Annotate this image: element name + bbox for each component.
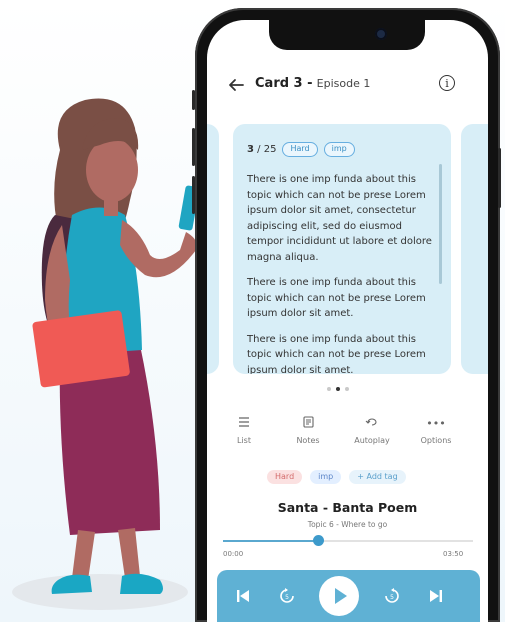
card-peek-next[interactable] [461, 124, 488, 374]
play-button[interactable] [319, 576, 359, 616]
info-icon[interactable]: i [439, 75, 455, 91]
page-title: Card 3 - Episode 1 [255, 76, 370, 91]
forward-5-icon[interactable]: 5 [380, 570, 404, 622]
card-tag-imp: imp [323, 142, 355, 157]
list-label: List [237, 436, 251, 445]
track-title: Santa - Banta Poem [277, 500, 418, 515]
tag-hard[interactable]: Hard [267, 470, 303, 484]
options-button[interactable]: ••• Options [411, 416, 461, 445]
flash-card[interactable]: 3 / 25 Hard imp There is one imp funda a… [233, 124, 451, 374]
card-paragraph: There is one imp funda about this topic … [247, 174, 432, 263]
tags-row: Hard imp + Add tag [267, 470, 406, 484]
notes-label: Notes [296, 436, 320, 445]
pager-dot[interactable] [327, 387, 331, 391]
card-header: 3 / 25 Hard imp [247, 142, 355, 157]
card-counter: 3 / 25 [247, 144, 276, 155]
phone-screen: Card 3 - Episode 1 i 3 / 25 Hard imp The… [207, 20, 488, 622]
tag-imp[interactable]: imp [310, 470, 342, 484]
pager-dot[interactable] [345, 387, 349, 391]
player-controls: 5 5 [217, 570, 480, 622]
skip-next-icon[interactable] [424, 570, 448, 622]
camera-icon [375, 28, 387, 40]
notes-button[interactable]: Notes [283, 416, 333, 445]
phone-frame: Card 3 - Episode 1 i 3 / 25 Hard imp The… [192, 8, 501, 622]
more-horizontal-icon: ••• [426, 417, 446, 430]
card-content: There is one imp funda about this topic … [247, 172, 433, 374]
card-tag-hard: Hard [282, 142, 318, 157]
card-paragraph: There is one imp funda about this topic … [247, 277, 426, 319]
notch [269, 20, 425, 50]
card-toolbar: List Notes Autoplay ••• Options [207, 416, 488, 456]
skip-previous-icon[interactable] [231, 570, 255, 622]
arrow-left-icon[interactable] [225, 74, 247, 96]
card-peek-previous[interactable] [207, 124, 219, 374]
replay-5-icon[interactable]: 5 [275, 570, 299, 622]
progress-fill [223, 540, 318, 542]
shoe-right [120, 573, 163, 594]
head [86, 138, 138, 202]
list-icon [219, 416, 269, 432]
episode-label: Episode 1 [316, 77, 371, 90]
card-title: Card 3 - [255, 76, 313, 91]
track-subtitle: Topic 6 - Where to go [307, 520, 388, 529]
play-icon [335, 588, 347, 604]
progress-knob[interactable] [312, 535, 324, 546]
card-current: 3 [247, 144, 254, 155]
pager-dots [327, 387, 349, 391]
current-time: 00:00 [223, 550, 244, 558]
repeat-icon [347, 416, 397, 432]
pager-dot-active[interactable] [336, 387, 340, 391]
add-tag-button[interactable]: + Add tag [349, 470, 406, 484]
autoplay-label: Autoplay [354, 436, 390, 445]
card-paragraph: There is one imp funda about this topic … [247, 333, 426, 375]
options-label: Options [420, 436, 452, 445]
progress-bar[interactable] [223, 535, 473, 546]
card-scrollbar[interactable] [439, 164, 442, 284]
autoplay-button[interactable]: Autoplay [347, 416, 397, 445]
duration: 03:50 [443, 550, 464, 558]
red-book [32, 310, 130, 388]
card-total: / 25 [257, 144, 277, 155]
list-button[interactable]: List [219, 416, 269, 445]
svg-text:5: 5 [285, 594, 289, 601]
app-header: Card 3 - Episode 1 i [207, 66, 488, 106]
notes-icon [283, 416, 333, 432]
svg-text:5: 5 [390, 594, 394, 601]
